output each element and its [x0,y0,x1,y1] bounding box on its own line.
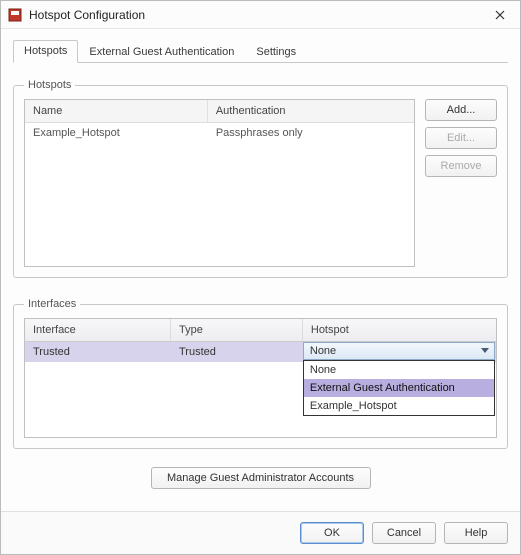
interfaces-table[interactable]: Interface Type Hotspot Trusted Trusted N… [24,318,497,438]
hotspot-option-external[interactable]: External Guest Authentication [304,379,494,397]
edit-button[interactable]: Edit... [425,127,497,149]
interfaces-col-hotspot[interactable]: Hotspot [303,319,496,341]
dialog-body: Hotspots External Guest Authentication S… [1,29,520,511]
dialog-window: Hotspot Configuration Hotspots External … [0,0,521,555]
ok-button[interactable]: OK [300,522,364,544]
manage-button-row: Manage Guest Administrator Accounts [13,467,508,489]
interfaces-col-interface[interactable]: Interface [25,319,171,341]
interfaces-legend: Interfaces [24,298,80,310]
interface-name-cell: Trusted [25,342,171,362]
tab-external-guest-auth[interactable]: External Guest Authentication [78,41,245,63]
interface-type-cell: Trusted [171,342,303,362]
close-icon [495,10,505,20]
hotspots-col-auth[interactable]: Authentication [208,100,414,122]
hotspots-side-buttons: Add... Edit... Remove [425,99,497,267]
tab-hotspots[interactable]: Hotspots [13,40,78,63]
remove-button[interactable]: Remove [425,155,497,177]
hotspots-table[interactable]: Name Authentication Example_Hotspot Pass… [24,99,415,267]
manage-guest-admin-button[interactable]: Manage Guest Administrator Accounts [151,467,371,489]
hotspot-combobox-value: None [310,345,336,357]
table-row[interactable]: Example_Hotspot Passphrases only [25,123,414,143]
hotspots-group: Hotspots Name Authentication Example_Hot… [13,79,508,278]
interfaces-group: Interfaces Interface Type Hotspot Truste… [13,298,508,449]
add-button[interactable]: Add... [425,99,497,121]
tab-settings[interactable]: Settings [245,41,307,63]
hotspot-option-none[interactable]: None [304,361,494,379]
titlebar: Hotspot Configuration [1,1,520,29]
hotspot-option-example[interactable]: Example_Hotspot [304,397,494,415]
table-row[interactable]: Trusted Trusted None None Ext [25,342,496,362]
chevron-down-icon [480,348,490,354]
hotspot-combobox[interactable]: None [303,342,495,360]
close-button[interactable] [486,4,514,26]
window-title: Hotspot Configuration [29,8,486,22]
hotspots-legend: Hotspots [24,79,75,91]
cancel-button[interactable]: Cancel [372,522,436,544]
interface-hotspot-cell: None None External Guest Authentication … [303,342,496,362]
hotspot-dropdown: None External Guest Authentication Examp… [303,360,495,416]
help-button[interactable]: Help [444,522,508,544]
hotspot-auth-cell: Passphrases only [208,123,414,143]
interfaces-col-type[interactable]: Type [171,319,303,341]
app-icon [7,7,23,23]
tab-bar: Hotspots External Guest Authentication S… [13,39,508,63]
hotspots-col-name[interactable]: Name [25,100,208,122]
hotspot-name-cell: Example_Hotspot [25,123,208,143]
dialog-footer: OK Cancel Help [1,511,520,554]
